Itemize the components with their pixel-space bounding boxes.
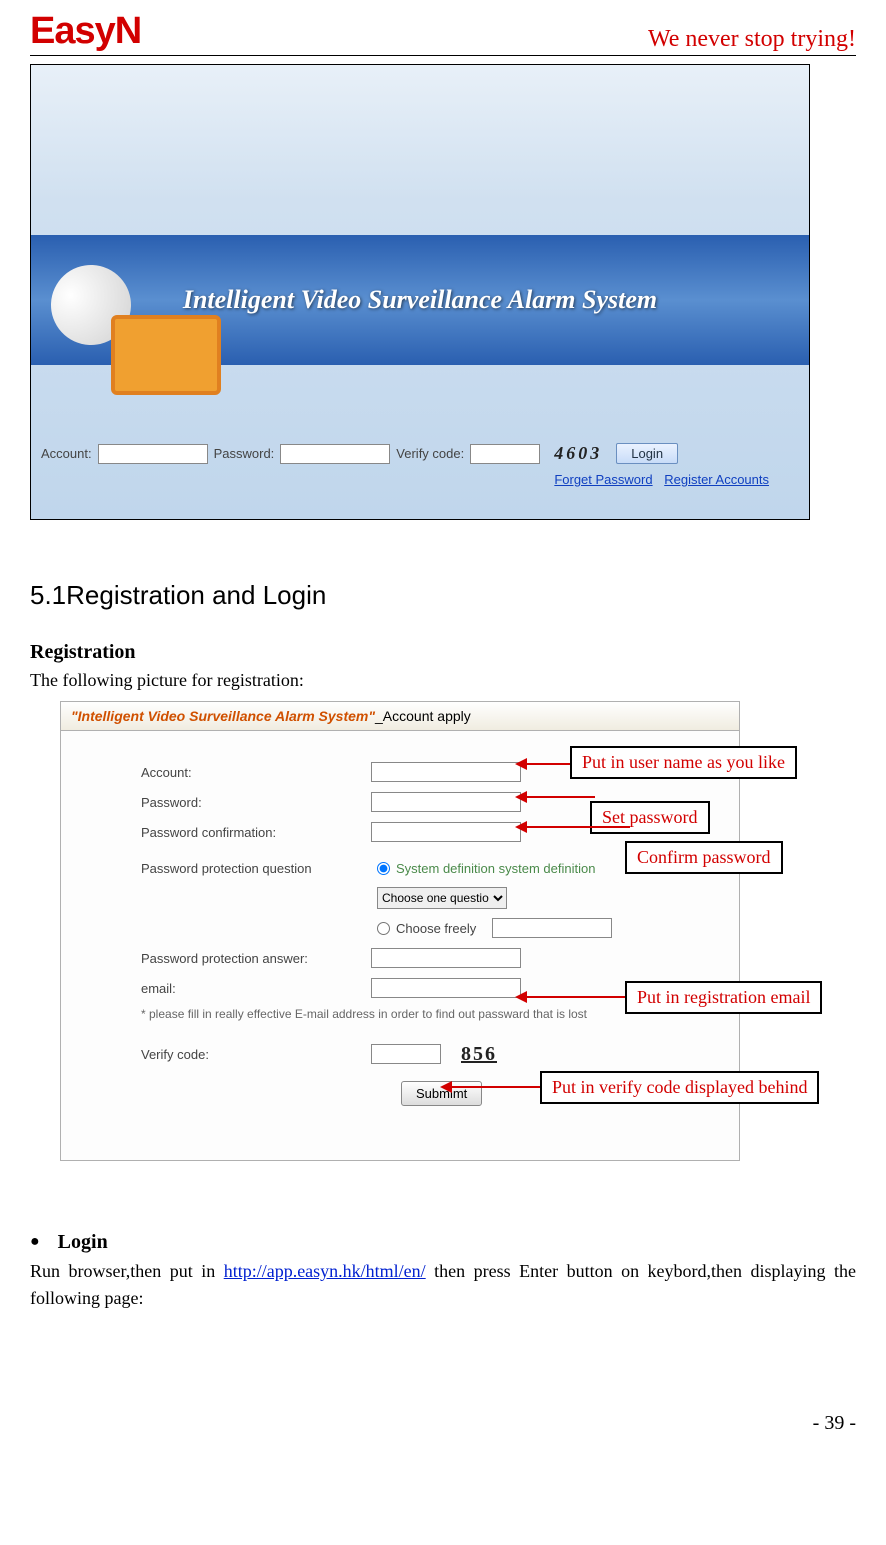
- reg-password-confirm-label: Password confirmation:: [141, 825, 371, 840]
- reg-password-confirm-input[interactable]: [371, 822, 521, 842]
- reg-password-input[interactable]: [371, 792, 521, 812]
- reg-ppa-label: Password protection answer:: [141, 951, 371, 966]
- callout-email: Put in registration email: [625, 981, 822, 1014]
- reg-ppa-input[interactable]: [371, 948, 521, 968]
- page-number: - 39 -: [30, 1412, 856, 1435]
- login-row: Account: Password: Verify code: 4603 Log…: [41, 443, 799, 464]
- login-url-link[interactable]: http://app.easyn.hk/html/en/: [224, 1261, 426, 1281]
- reg-verify-label: Verify code:: [141, 1047, 371, 1062]
- logo: EasyN: [30, 10, 141, 53]
- monitor-icon: [111, 315, 221, 395]
- reg-email-label: email:: [141, 981, 371, 996]
- illustration: [41, 255, 241, 415]
- titlebar-suffix: _Account apply: [375, 708, 471, 724]
- registration-form: Account: Password: Password confirmation…: [141, 757, 612, 1106]
- verify-label: Verify code:: [396, 446, 464, 461]
- password-input[interactable]: [280, 444, 390, 464]
- page-header: EasyN We never stop trying!: [30, 10, 856, 56]
- callout-verify: Put in verify code displayed behind: [540, 1071, 819, 1104]
- callout-confirm-password: Confirm password: [625, 841, 783, 874]
- captcha-image: 4603: [554, 443, 602, 464]
- arrow-email: [525, 996, 625, 998]
- reg-email-input[interactable]: [371, 978, 521, 998]
- reg-verify-input[interactable]: [371, 1044, 441, 1064]
- tagline: We never stop trying!: [648, 26, 856, 53]
- registration-screenshot-wrap: "Intelligent Video Surveillance Alarm Sy…: [60, 701, 880, 1201]
- ppq-free-label: Choose freely: [396, 921, 476, 936]
- registration-titlebar: "Intelligent Video Surveillance Alarm Sy…: [61, 702, 739, 731]
- reg-password-label: Password:: [141, 795, 371, 810]
- reg-account-label: Account:: [141, 765, 371, 780]
- arrow-confirm-password: [525, 826, 630, 828]
- reg-email-hint: * please fill in really effective E-mail…: [141, 1007, 612, 1021]
- registration-intro: The following picture for registration:: [30, 670, 856, 691]
- ppq-free-radio[interactable]: [377, 922, 390, 935]
- login-text-before: Run browser,then put in: [30, 1261, 224, 1281]
- callout-set-password: Set password: [590, 801, 710, 834]
- registration-heading: Registration: [30, 641, 856, 664]
- ppq-system-radio[interactable]: [377, 862, 390, 875]
- bullet-icon: ●: [30, 1233, 40, 1250]
- ppq-system-label: System definition system definition: [396, 861, 595, 876]
- reg-captcha-image: 856: [461, 1043, 497, 1066]
- login-paragraph: Run browser,then put in http://app.easyn…: [30, 1258, 856, 1312]
- ppq-select[interactable]: Choose one questio: [377, 887, 507, 909]
- section-title: 5.1Registration and Login: [30, 580, 856, 611]
- ppq-free-input[interactable]: [492, 918, 612, 938]
- reg-account-input[interactable]: [371, 762, 521, 782]
- verify-input[interactable]: [470, 444, 540, 464]
- reg-ppq-label: Password protection question: [141, 861, 371, 876]
- login-heading: Login: [58, 1231, 108, 1253]
- banner-text: Intelligent Video Surveillance Alarm Sys…: [183, 285, 657, 315]
- login-page-screenshot: Intelligent Video Surveillance Alarm Sys…: [30, 64, 810, 520]
- register-accounts-link[interactable]: Register Accounts: [664, 472, 769, 487]
- login-links: Forget Password Register Accounts: [546, 472, 769, 487]
- arrow-verify: [450, 1086, 540, 1088]
- password-label: Password:: [214, 446, 275, 461]
- login-button[interactable]: Login: [616, 443, 678, 464]
- titlebar-prefix: "Intelligent Video Surveillance Alarm Sy…: [71, 708, 375, 724]
- forget-password-link[interactable]: Forget Password: [554, 472, 652, 487]
- arrow-username: [525, 763, 570, 765]
- callout-username: Put in user name as you like: [570, 746, 797, 779]
- account-input[interactable]: [98, 444, 208, 464]
- arrow-set-password: [525, 796, 595, 798]
- login-subsection: ● Login Run browser,then put in http://ap…: [30, 1231, 856, 1312]
- account-label: Account:: [41, 446, 92, 461]
